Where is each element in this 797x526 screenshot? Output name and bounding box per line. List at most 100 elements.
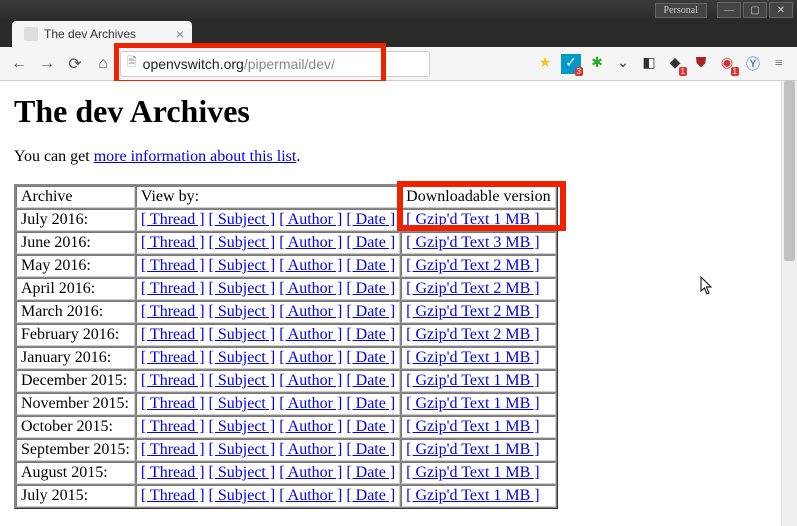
- subject-link[interactable]: [ Subject ]: [209, 372, 276, 389]
- subject-link[interactable]: [ Subject ]: [209, 441, 276, 458]
- download-cell: [ Gzip'd Text 1 MB ]: [401, 462, 555, 484]
- tab-close-icon[interactable]: ×: [176, 26, 184, 42]
- author-link[interactable]: [ Author ]: [279, 464, 342, 481]
- download-cell: [ Gzip'd Text 2 MB ]: [401, 324, 555, 346]
- date-link[interactable]: [ Date ]: [346, 487, 395, 504]
- extension-icon[interactable]: ◧: [639, 54, 659, 74]
- download-link[interactable]: [ Gzip'd Text 3 MB ]: [406, 234, 539, 251]
- thread-link[interactable]: [ Thread ]: [141, 234, 205, 251]
- date-link[interactable]: [ Date ]: [346, 303, 395, 320]
- extension-icon[interactable]: ✓3: [561, 54, 581, 74]
- extension-icon[interactable]: ◆1: [665, 54, 685, 74]
- table-row: July 2015:[ Thread ] [ Subject ] [ Autho…: [16, 485, 556, 507]
- author-link[interactable]: [ Author ]: [279, 326, 342, 343]
- thread-link[interactable]: [ Thread ]: [141, 280, 205, 297]
- table-row: December 2015:[ Thread ] [ Subject ] [ A…: [16, 370, 556, 392]
- download-link[interactable]: [ Gzip'd Text 1 MB ]: [406, 349, 539, 366]
- author-link[interactable]: [ Author ]: [279, 395, 342, 412]
- download-link[interactable]: [ Gzip'd Text 2 MB ]: [406, 257, 539, 274]
- pocket-icon[interactable]: ⌄: [613, 54, 633, 74]
- subject-link[interactable]: [ Subject ]: [209, 395, 276, 412]
- viewby-cell: [ Thread ] [ Subject ] [ Author ] [ Date…: [136, 462, 400, 484]
- subject-link[interactable]: [ Subject ]: [209, 303, 276, 320]
- browser-tab[interactable]: The dev Archives ×: [12, 21, 192, 47]
- subject-link[interactable]: [ Subject ]: [209, 326, 276, 343]
- date-link[interactable]: [ Date ]: [346, 211, 395, 228]
- thread-link[interactable]: [ Thread ]: [141, 211, 205, 228]
- date-link[interactable]: [ Date ]: [346, 280, 395, 297]
- forward-button[interactable]: →: [36, 53, 58, 75]
- author-link[interactable]: [ Author ]: [279, 441, 342, 458]
- author-link[interactable]: [ Author ]: [279, 257, 342, 274]
- subject-link[interactable]: [ Subject ]: [209, 211, 276, 228]
- thread-link[interactable]: [ Thread ]: [141, 464, 205, 481]
- minimize-button[interactable]: —: [717, 2, 741, 18]
- thread-link[interactable]: [ Thread ]: [141, 303, 205, 320]
- author-link[interactable]: [ Author ]: [279, 418, 342, 435]
- date-link[interactable]: [ Date ]: [346, 372, 395, 389]
- reload-button[interactable]: ⟳: [64, 53, 86, 75]
- thread-link[interactable]: [ Thread ]: [141, 418, 205, 435]
- subject-link[interactable]: [ Subject ]: [209, 464, 276, 481]
- thread-link[interactable]: [ Thread ]: [141, 395, 205, 412]
- download-link[interactable]: [ Gzip'd Text 1 MB ]: [406, 441, 539, 458]
- archive-cell: June 2016:: [16, 232, 135, 254]
- evernote-icon[interactable]: ✱: [587, 54, 607, 74]
- address-bar[interactable]: 🗎 openvswitch.org/pipermail/dev/: [120, 51, 430, 77]
- date-link[interactable]: [ Date ]: [346, 349, 395, 366]
- download-link[interactable]: [ Gzip'd Text 2 MB ]: [406, 326, 539, 343]
- date-link[interactable]: [ Date ]: [346, 326, 395, 343]
- close-window-button[interactable]: ✕: [769, 2, 793, 18]
- subject-link[interactable]: [ Subject ]: [209, 257, 276, 274]
- date-link[interactable]: [ Date ]: [346, 464, 395, 481]
- download-link[interactable]: [ Gzip'd Text 1 MB ]: [406, 395, 539, 412]
- thread-link[interactable]: [ Thread ]: [141, 487, 205, 504]
- author-link[interactable]: [ Author ]: [279, 211, 342, 228]
- home-button[interactable]: ⌂: [92, 53, 114, 75]
- date-link[interactable]: [ Date ]: [346, 418, 395, 435]
- thread-link[interactable]: [ Thread ]: [141, 349, 205, 366]
- vertical-scrollbar[interactable]: [781, 81, 797, 526]
- download-link[interactable]: [ Gzip'd Text 2 MB ]: [406, 280, 539, 297]
- download-link[interactable]: [ Gzip'd Text 1 MB ]: [406, 487, 539, 504]
- subject-link[interactable]: [ Subject ]: [209, 418, 276, 435]
- maximize-button[interactable]: ▢: [743, 2, 767, 18]
- author-link[interactable]: [ Author ]: [279, 280, 342, 297]
- subject-link[interactable]: [ Subject ]: [209, 234, 276, 251]
- author-link[interactable]: [ Author ]: [279, 349, 342, 366]
- author-link[interactable]: [ Author ]: [279, 487, 342, 504]
- subject-link[interactable]: [ Subject ]: [209, 487, 276, 504]
- ublock-icon[interactable]: ⛊: [691, 54, 711, 74]
- menu-icon[interactable]: ≡: [769, 54, 789, 74]
- download-link[interactable]: [ Gzip'd Text 1 MB ]: [406, 418, 539, 435]
- url-host: openvswitch.org: [143, 56, 244, 72]
- subject-link[interactable]: [ Subject ]: [209, 349, 276, 366]
- date-link[interactable]: [ Date ]: [346, 257, 395, 274]
- date-link[interactable]: [ Date ]: [346, 441, 395, 458]
- viewby-cell: [ Thread ] [ Subject ] [ Author ] [ Date…: [136, 209, 400, 231]
- intro-prefix: You can get: [14, 148, 94, 165]
- thread-link[interactable]: [ Thread ]: [141, 326, 205, 343]
- download-link[interactable]: [ Gzip'd Text 1 MB ]: [406, 211, 539, 228]
- date-link[interactable]: [ Date ]: [346, 395, 395, 412]
- download-link[interactable]: [ Gzip'd Text 1 MB ]: [406, 372, 539, 389]
- thread-link[interactable]: [ Thread ]: [141, 372, 205, 389]
- archive-cell: August 2015:: [16, 462, 135, 484]
- author-link[interactable]: [ Author ]: [279, 303, 342, 320]
- thread-link[interactable]: [ Thread ]: [141, 441, 205, 458]
- back-button[interactable]: ←: [8, 53, 30, 75]
- archive-cell: February 2016:: [16, 324, 135, 346]
- author-link[interactable]: [ Author ]: [279, 372, 342, 389]
- extension-icon[interactable]: ◉1: [717, 54, 737, 74]
- more-info-link[interactable]: more information about this list: [94, 148, 297, 165]
- thread-link[interactable]: [ Thread ]: [141, 257, 205, 274]
- download-link[interactable]: [ Gzip'd Text 2 MB ]: [406, 303, 539, 320]
- download-link[interactable]: [ Gzip'd Text 1 MB ]: [406, 464, 539, 481]
- subject-link[interactable]: [ Subject ]: [209, 280, 276, 297]
- author-link[interactable]: [ Author ]: [279, 234, 342, 251]
- page-info-icon[interactable]: 🗎: [127, 53, 137, 74]
- star-icon[interactable]: ★: [535, 54, 555, 74]
- date-link[interactable]: [ Date ]: [346, 234, 395, 251]
- extension-icon[interactable]: Ⓨ: [743, 54, 763, 74]
- scroll-thumb[interactable]: [784, 81, 795, 261]
